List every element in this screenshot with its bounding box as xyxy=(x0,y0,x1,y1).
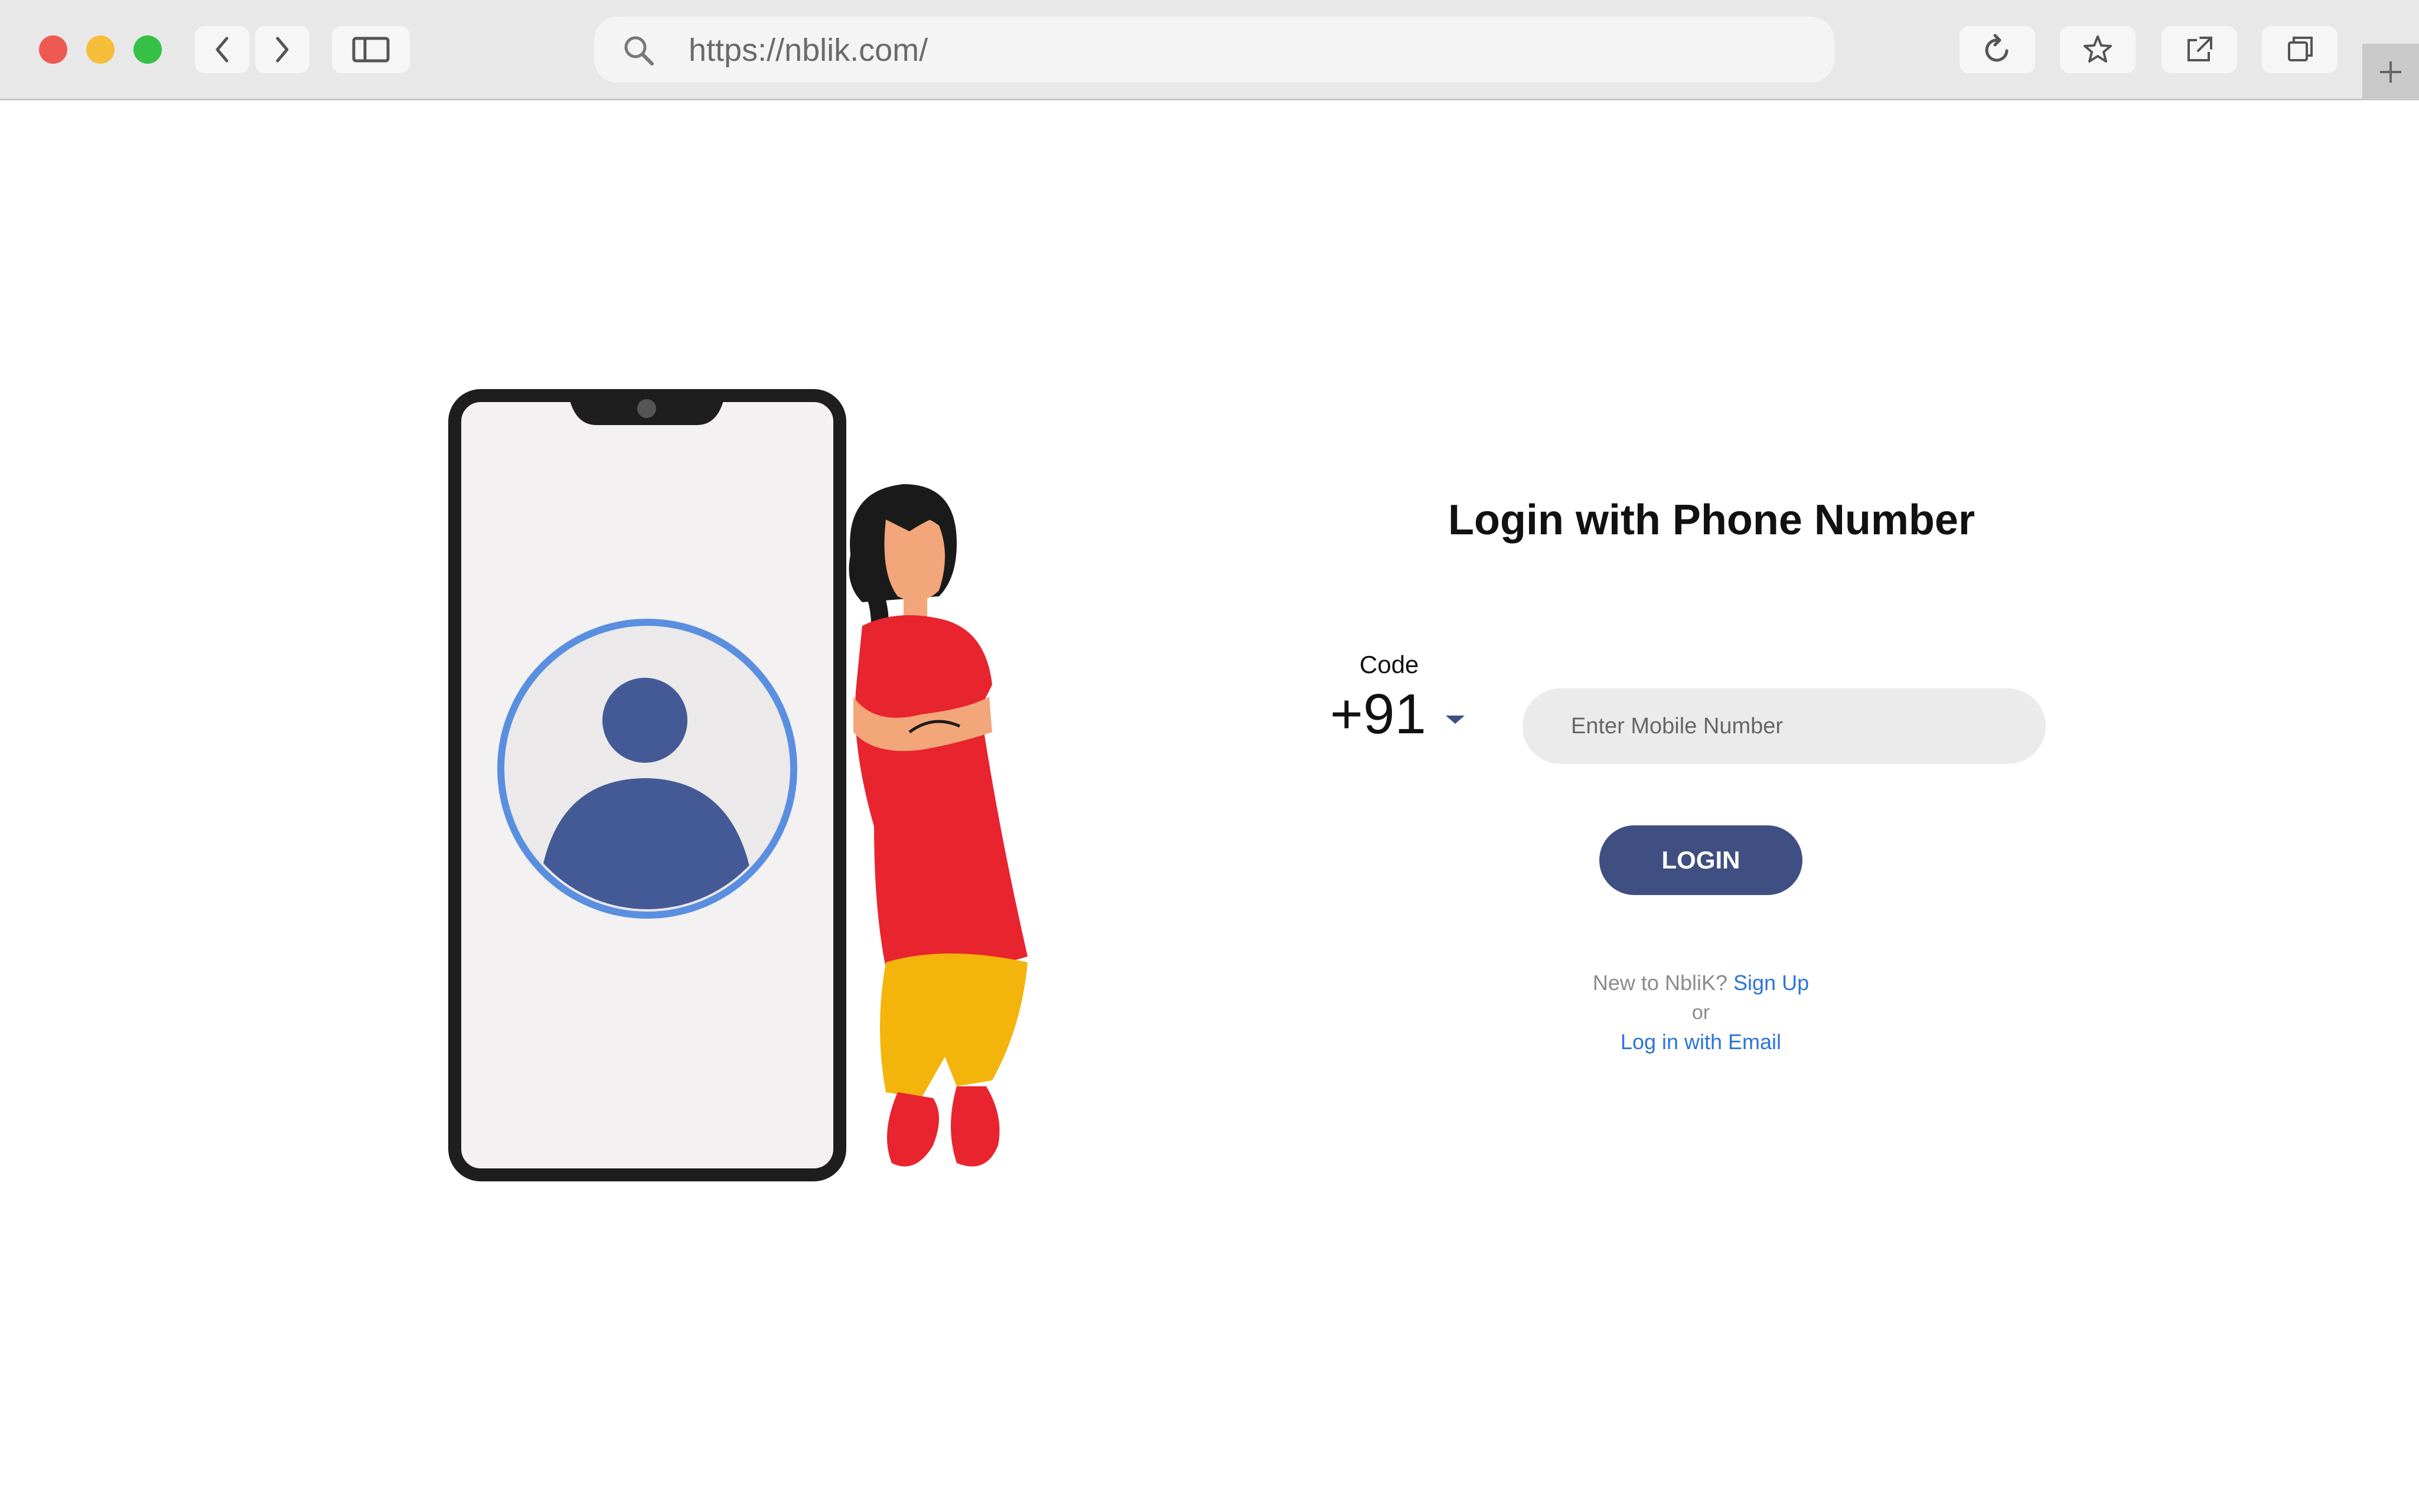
new-tab-button[interactable] xyxy=(2362,44,2419,100)
plus-icon xyxy=(2380,61,2401,83)
search-icon xyxy=(624,36,654,66)
tabs-icon xyxy=(2288,37,2313,61)
signup-link[interactable]: Sign Up xyxy=(1733,971,1809,995)
login-button[interactable]: LOGIN xyxy=(1599,825,1802,895)
country-code-select[interactable]: +91 xyxy=(1330,686,1426,743)
signup-prompt: New to NbliK? Sign Up xyxy=(1435,971,1967,995)
url-text: https://nblik.com/ xyxy=(689,32,928,68)
close-window-button[interactable] xyxy=(39,35,67,64)
reload-button[interactable] xyxy=(1960,26,2035,73)
maximize-window-button[interactable] xyxy=(133,35,162,64)
minimize-window-button[interactable] xyxy=(86,35,115,64)
forward-icon xyxy=(276,37,289,63)
country-code-label: Code xyxy=(1360,651,1419,678)
email-login-link[interactable]: Log in with Email xyxy=(1435,1030,1967,1054)
back-icon xyxy=(216,37,229,63)
reload-icon xyxy=(1985,34,2009,62)
mobile-number-input[interactable] xyxy=(1523,688,2046,764)
phone-woman-illustration xyxy=(448,389,1028,1181)
forward-button[interactable] xyxy=(255,26,309,73)
back-button[interactable] xyxy=(195,26,249,73)
bookmark-button[interactable] xyxy=(2060,26,2136,73)
address-bar[interactable]: https://nblik.com/ xyxy=(594,17,1834,83)
login-panel: Login with Phone Number Code +91 LOGIN N… xyxy=(1299,484,2126,1075)
sidebar-button[interactable] xyxy=(332,26,410,73)
chevron-down-icon[interactable] xyxy=(1443,713,1467,726)
tabs-button[interactable] xyxy=(2262,26,2338,73)
or-divider-text: or xyxy=(1691,1001,1710,1024)
new-user-text: New to NbliK? xyxy=(1592,971,1727,995)
sidebar-icon xyxy=(352,37,390,63)
page-title: Login with Phone Number xyxy=(1448,497,1975,544)
share-icon xyxy=(2187,37,2212,61)
browser-toolbar: https://nblik.com/ xyxy=(0,0,2419,100)
star-icon xyxy=(2084,35,2112,63)
share-button[interactable] xyxy=(2162,26,2237,73)
